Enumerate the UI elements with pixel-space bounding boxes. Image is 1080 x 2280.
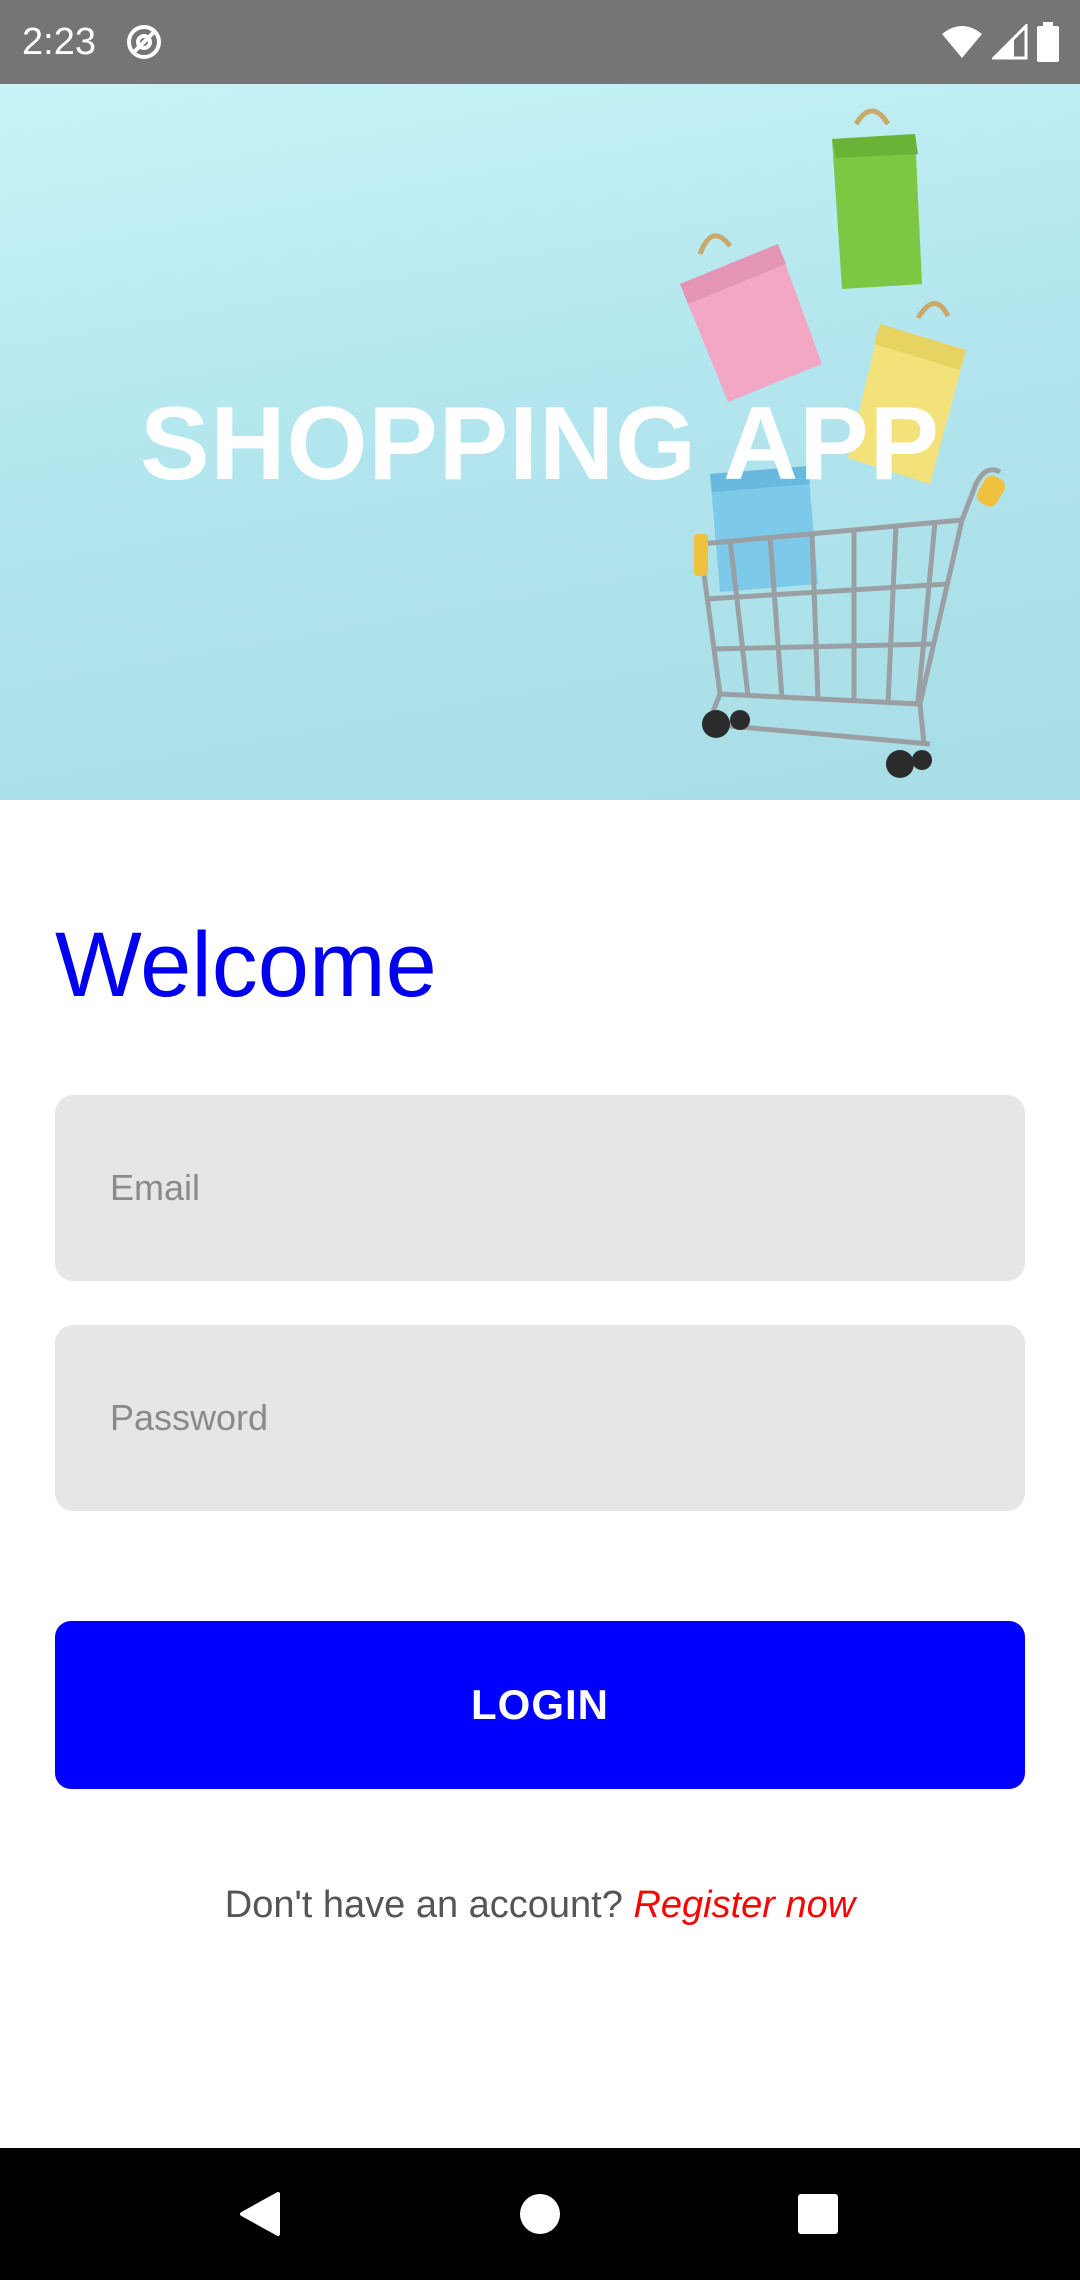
register-row: Don't have an account? Register now — [0, 1880, 1080, 1930]
email-input[interactable] — [55, 1095, 1025, 1281]
recents-button[interactable] — [788, 2184, 848, 2244]
home-circle-icon — [520, 2194, 560, 2234]
register-prompt: Don't have an account? — [224, 1884, 623, 1926]
back-triangle-icon — [240, 2192, 280, 2236]
cell-signal-icon — [992, 24, 1028, 60]
status-bar: 2:23 — [0, 0, 1080, 84]
green-bag-icon — [832, 108, 922, 289]
register-link[interactable]: Register now — [633, 1884, 855, 1926]
status-time: 2:23 — [22, 21, 96, 63]
at-sync-icon — [127, 25, 161, 59]
recents-square-icon — [798, 2194, 838, 2234]
welcome-heading: Welcome — [55, 914, 437, 1016]
hero-banner: SHOPPING APP — [0, 84, 1080, 800]
password-input[interactable] — [55, 1325, 1025, 1511]
app-title: SHOPPING APP — [140, 386, 940, 502]
pink-bag-icon — [680, 233, 822, 402]
home-button[interactable] — [510, 2184, 570, 2244]
login-screen: 2:23 SHOPPING APP Welcome Email LOGIN Do… — [0, 0, 1080, 2280]
system-nav-bar — [0, 2148, 1080, 2280]
back-button[interactable] — [230, 2184, 290, 2244]
status-icons — [940, 20, 1060, 64]
login-button[interactable]: LOGIN — [55, 1621, 1025, 1789]
wifi-icon — [942, 26, 982, 58]
battery-icon — [1037, 22, 1059, 62]
